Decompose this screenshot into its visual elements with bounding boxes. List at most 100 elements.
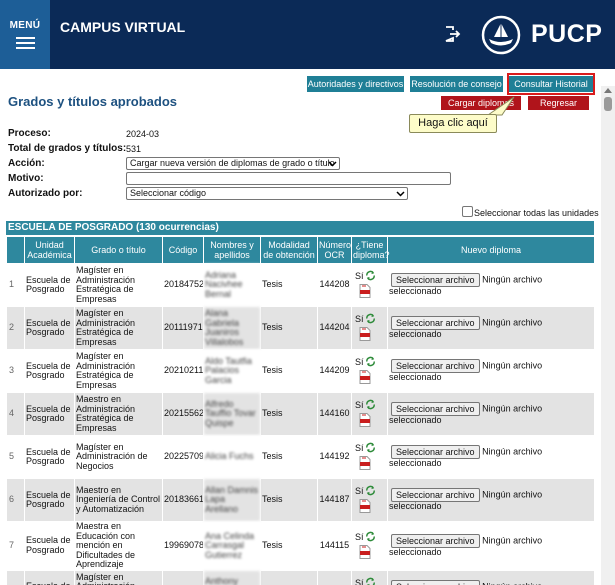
refresh-icon[interactable]: [365, 399, 376, 410]
unidad-cell: Escuela de Posgrado: [24, 263, 75, 307]
pdf-icon[interactable]: [359, 284, 371, 298]
diploma-cell: Sí: [351, 478, 388, 522]
select-file-button[interactable]: Seleccionar archivo: [391, 488, 480, 503]
nuevo-diploma-cell: Seleccionar archivo Ningún archivo selec…: [387, 392, 595, 436]
pdf-icon[interactable]: [359, 456, 371, 470]
diploma-si-text: Sí: [355, 357, 364, 367]
row-index: 1: [6, 263, 25, 307]
modalidad-cell: Tesis: [260, 349, 318, 393]
diploma-cell: Sí: [351, 306, 388, 350]
help-callout: Haga clic aquí: [409, 114, 497, 133]
grado-cell: Maestra en Educación con mención en Difi…: [74, 521, 163, 571]
resolucion-button[interactable]: Resolución de consejo: [410, 76, 503, 92]
select-all-label: Seleccionar todas las unidades: [474, 208, 599, 218]
refresh-icon[interactable]: [365, 442, 376, 453]
codigo-cell: 20210211: [162, 349, 204, 393]
ocr-cell: 144195: [317, 569, 352, 585]
ocr-cell: 144192: [317, 435, 352, 479]
ocr-cell: 144115: [317, 521, 352, 571]
refresh-icon[interactable]: [365, 485, 376, 496]
autorizado-select-value: Seleccionar código: [130, 188, 207, 198]
col-grado: Grado o título: [74, 236, 163, 264]
refresh-icon[interactable]: [365, 270, 376, 281]
total-label: Total de grados y títulos:: [8, 143, 127, 154]
select-file-button[interactable]: Seleccionar archivo: [391, 579, 480, 585]
logo-text: PUCP: [531, 20, 603, 48]
table-row: 3 Escuela de Posgrado Magíster en Administ…: [6, 349, 595, 393]
highlight-box: [507, 73, 595, 95]
grado-cell: Maestro en Ingeniería de Control y Autom…: [74, 478, 163, 522]
motivo-input[interactable]: [126, 172, 451, 185]
pdf-icon[interactable]: [359, 370, 371, 384]
table-row: 4 Escuela de Posgrado Maestro en Administr…: [6, 392, 595, 436]
select-file-button[interactable]: Seleccionar archivo: [391, 273, 480, 288]
select-file-button[interactable]: Seleccionar archivo: [391, 316, 480, 331]
unidad-cell: Escuela de Posgrado: [24, 569, 75, 585]
codigo-cell: 19969078: [162, 521, 204, 571]
autorizado-select[interactable]: Seleccionar código: [126, 187, 408, 200]
diploma-si-text: Sí: [355, 486, 364, 496]
logout-icon[interactable]: [443, 25, 461, 43]
diploma-si-text: Sí: [355, 531, 364, 542]
section-header: ESCUELA DE POSGRADO (130 ocurrencias): [6, 221, 594, 235]
pdf-icon[interactable]: [359, 413, 371, 427]
table-row: 2 Escuela de Posgrado Magíster en Administ…: [6, 306, 595, 350]
scroll-thumb[interactable]: [604, 97, 612, 111]
select-all-checkbox[interactable]: [462, 206, 473, 217]
refresh-icon[interactable]: [365, 356, 376, 367]
unidad-cell: Escuela de Posgrado: [24, 478, 75, 522]
select-file-button[interactable]: Seleccionar archivo: [391, 445, 480, 460]
ocr-cell: 144208: [317, 263, 352, 307]
nombre-cell: Aldo Tautfia Palacios Garcia: [203, 349, 261, 393]
select-file-button[interactable]: Seleccionar archivo: [391, 359, 480, 374]
menu-button[interactable]: MENÚ: [0, 0, 50, 69]
regresar-button[interactable]: Regresar: [528, 96, 589, 110]
select-file-button[interactable]: Seleccionar archivo: [391, 402, 480, 417]
pdf-icon[interactable]: [359, 327, 371, 341]
autoridades-button[interactable]: Autoridades y directivos: [307, 76, 404, 92]
scroll-up-icon[interactable]: [604, 88, 612, 93]
nombre-cell: Adriana Nacivhee Bernal: [203, 263, 261, 307]
autorizado-label: Autorizado por:: [8, 188, 83, 199]
grado-cell: Magíster en Administración Estratégica d…: [74, 263, 163, 307]
nombre-cell: Ana Celinda Carrasgal Gutierrez: [203, 521, 261, 571]
grado-cell: Magíster en Administración Estratégica d…: [74, 569, 163, 585]
grado-cell: Magíster en Administración Estratégica d…: [74, 349, 163, 393]
row-index: 3: [6, 349, 25, 393]
scrollbar[interactable]: [601, 86, 615, 585]
row-index: 8: [6, 569, 25, 585]
table-header-row: Unidad Académica Grado o título Código N…: [6, 236, 595, 264]
pdf-icon[interactable]: [359, 544, 371, 559]
chevron-down-icon: [328, 161, 337, 167]
refresh-icon[interactable]: [365, 313, 376, 324]
diploma-cell: Sí: [351, 392, 388, 436]
codigo-cell: 20183661: [162, 478, 204, 522]
col-modalidad: Modalidad de obtención: [260, 236, 318, 264]
codigo-cell: 20225709: [162, 435, 204, 479]
app-title: CAMPUS VIRTUAL: [60, 19, 186, 35]
unidad-cell: Escuela de Posgrado: [24, 349, 75, 393]
modalidad-cell: Tesis: [260, 435, 318, 479]
accion-select[interactable]: Cargar nueva versión de diplomas de grad…: [126, 157, 340, 170]
diploma-cell: Sí: [351, 521, 388, 571]
nombre-cell: Alfredo Tauffio Tovar Quispe: [203, 392, 261, 436]
unidad-cell: Escuela de Posgrado: [24, 521, 75, 571]
row-index: 2: [6, 306, 25, 350]
chevron-down-icon: [396, 191, 405, 197]
refresh-icon[interactable]: [365, 577, 376, 585]
diploma-si-text: Sí: [355, 314, 364, 324]
nuevo-diploma-cell: Seleccionar archivo Ningún archivo selec…: [387, 435, 595, 479]
pdf-icon[interactable]: [359, 499, 371, 513]
accion-label: Acción:: [8, 158, 45, 169]
ocr-cell: 144160: [317, 392, 352, 436]
refresh-icon[interactable]: [365, 531, 376, 542]
nombre-cell: Alicia Fuchs: [203, 435, 261, 479]
codigo-cell: 20208057: [162, 569, 204, 585]
grado-cell: Magíster en Administración de Negocios: [74, 435, 163, 479]
row-index: 4: [6, 392, 25, 436]
proceso-value: 2024-03: [126, 129, 160, 139]
select-file-button[interactable]: Seleccionar archivo: [391, 533, 480, 548]
col-tiene-diploma: ¿Tiene diploma?: [351, 236, 390, 264]
col-nuevo-diploma: Nuevo diploma: [387, 236, 595, 264]
table-row: 1 Escuela de Posgrado Magíster en Administ…: [6, 263, 595, 307]
